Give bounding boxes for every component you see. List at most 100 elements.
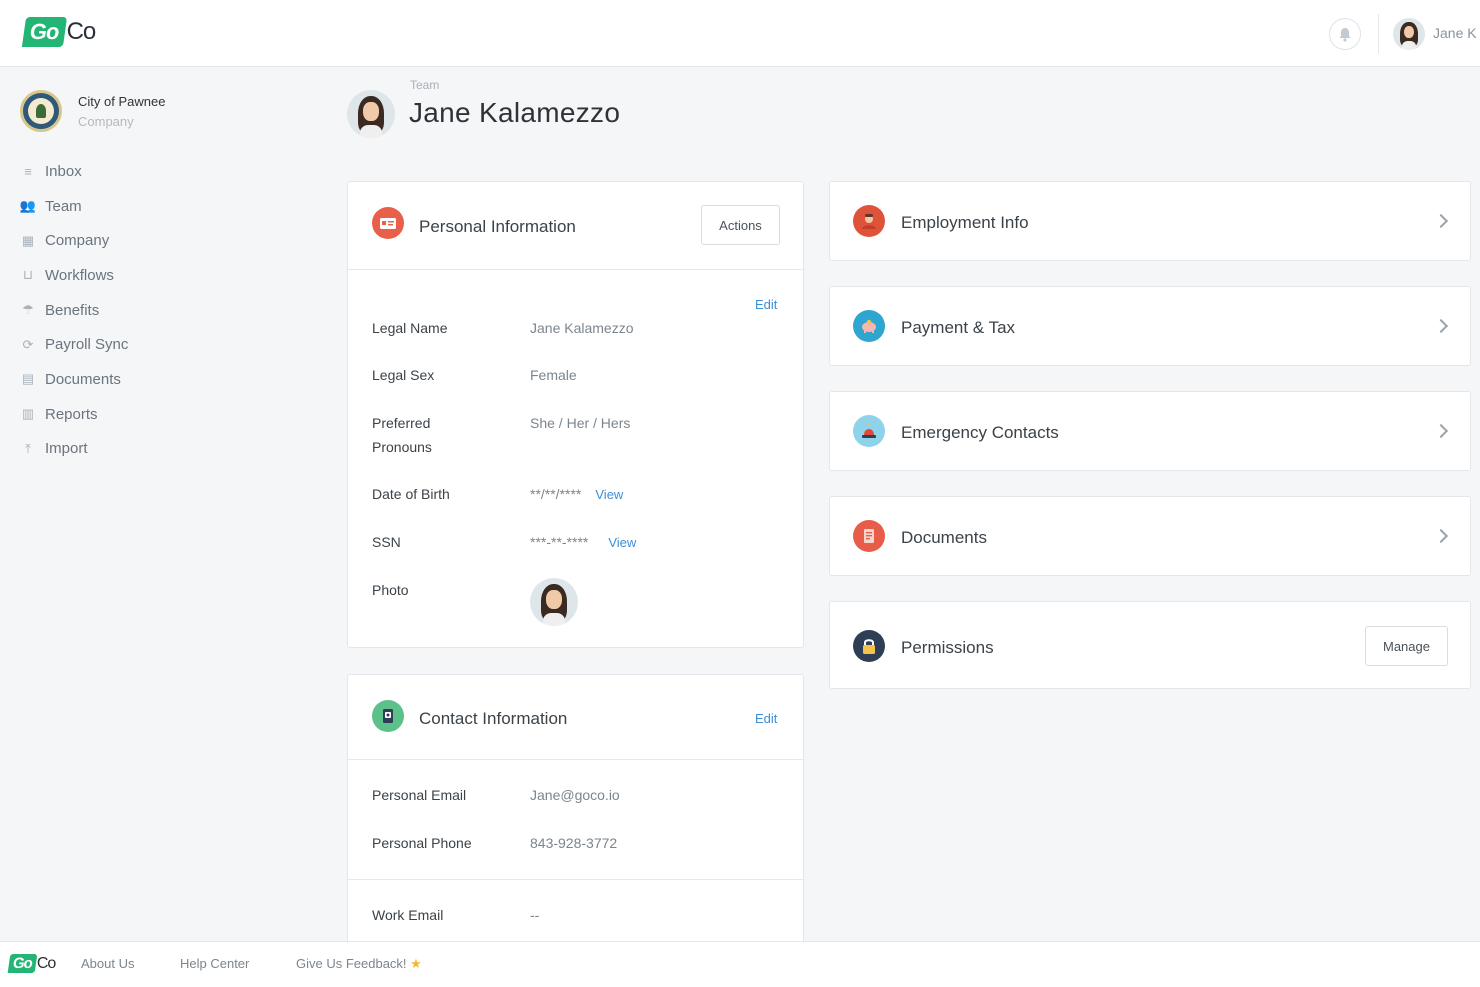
sidebar-item-team[interactable]: 👥 Team [20,189,128,224]
id-card-icon [372,207,404,239]
personal-email-label: Personal Email [372,787,467,803]
dob-value: **/**/**** [530,486,582,502]
sidebar-item-label: Inbox [45,162,82,180]
chevron-right-icon[interactable] [1433,213,1449,229]
legal-sex-value: Female [530,367,577,383]
bell-icon[interactable] [1329,18,1361,50]
sidebar-item-import[interactable]: ⤒ Import [20,432,128,467]
footer-goco-logo[interactable]: Go Co [7,954,56,973]
ssn-value: ***-**-**** [530,534,589,550]
dob-row: **/**/**** View [530,482,623,507]
section-divider [348,879,803,880]
city-seal-icon [20,90,62,132]
emergency-contacts-card[interactable]: Emergency Contacts [829,391,1471,471]
card-title: Permissions [901,638,994,657]
company-name: City of Pawnee [78,93,166,109]
sidebar-item-label: Reports [45,405,98,423]
goco-logo[interactable]: Go Co [21,17,97,47]
actions-button[interactable]: Actions [701,205,780,245]
logo-go: Go [21,17,67,47]
building-icon: ▦ [21,232,35,248]
document-icon [853,520,885,552]
contact-information-card: Contact Information Edit Personal Email … [347,674,804,941]
feedback-link[interactable]: Give Us Feedback! ★ [296,956,422,972]
sidebar-item-label: Team [45,197,82,215]
documents-card[interactable]: Documents [829,496,1471,576]
dob-view-link[interactable]: View [595,487,623,502]
edit-personal-link[interactable]: Edit [755,297,777,312]
sidebar-item-documents[interactable]: ▤ Documents [20,362,128,397]
sidebar-item-workflows[interactable]: ⊔ Workflows [20,258,128,293]
sidebar-item-company[interactable]: ▦ Company [20,223,128,258]
photo-label: Photo [372,582,409,598]
personal-email-value: Jane@goco.io [530,787,620,803]
feedback-label: Give Us Feedback! [296,956,407,971]
permissions-card: Permissions Manage [829,601,1471,689]
sidebar-item-label: Workflows [45,266,114,284]
team-icon: 👥 [19,198,37,214]
personal-phone-label: Personal Phone [372,835,472,851]
work-email-value: -- [530,907,540,923]
sidebar-item-label: Benefits [45,301,100,319]
chevron-right-icon[interactable] [1433,318,1449,334]
logo-co: Co [66,18,97,45]
chevron-right-icon[interactable] [1433,423,1449,439]
ssn-row: ***-**-**** View [530,530,636,555]
inbox-icon: ≡ [24,163,32,179]
user-name[interactable]: Jane K [1433,25,1477,41]
bell-icon-glyph [1339,27,1351,42]
siren-icon [853,415,885,447]
sidebar-item-benefits[interactable]: ☂ Benefits [20,293,128,328]
company-label: Company [78,113,134,129]
employment-icon [853,205,885,237]
sidebar-item-payroll-sync[interactable]: ⟳ Payroll Sync [20,327,129,362]
lock-icon [853,630,885,662]
pronouns-value: She / Her / Hers [530,415,631,431]
sidebar-item-label: Import [45,440,88,458]
company-switcher[interactable]: City of Pawnee Company [20,90,165,132]
sidebar: City of Pawnee Company ≡ Inbox 👥 Team ▦ Com… [0,68,330,941]
profile-avatar [347,90,395,138]
umbrella-icon: ☂ [22,302,34,318]
manage-permissions-button[interactable]: Manage [1365,626,1448,666]
card-title: Contact Information [419,709,568,728]
top-divider [1378,14,1379,54]
sidebar-item-inbox[interactable]: ≡ Inbox [20,154,128,189]
employment-info-card[interactable]: Employment Info [829,181,1471,261]
sidebar-item-label: Company [45,232,110,250]
about-us-link[interactable]: About Us [81,956,134,971]
card-title: Emergency Contacts [901,423,1059,442]
sidebar-item-label: Payroll Sync [45,336,129,354]
card-header: Personal Information Actions [348,182,803,270]
breadcrumb[interactable]: Team [410,78,439,92]
ssn-view-link[interactable]: View [608,535,636,550]
help-center-link[interactable]: Help Center [180,956,249,971]
personal-information-card: Personal Information Actions Edit Legal … [347,181,804,648]
card-title: Personal Information [419,217,576,236]
legal-name-value: Jane Kalamezzo [530,320,634,336]
payment-tax-card[interactable]: Payment & Tax [829,286,1471,366]
logo-co: Co [36,954,56,972]
personal-phone-value: 843-928-3772 [530,835,618,851]
logo-go: Go [7,954,38,973]
card-title: Employment Info [901,213,1029,232]
edit-contact-link[interactable]: Edit [755,711,777,726]
profile-photo[interactable] [530,578,578,626]
sidebar-item-reports[interactable]: ▥ Reports [20,397,128,432]
sidebar-item-label: Documents [45,370,121,388]
card-header: Contact Information Edit [348,675,803,760]
ssn-label: SSN [372,534,401,550]
bar-chart-icon: ▥ [21,406,35,422]
legal-name-label: Legal Name [372,320,448,336]
chevron-right-icon[interactable] [1433,528,1449,544]
top-bar: Go Co Jane K [0,0,1480,67]
sync-icon: ⟳ [22,336,34,352]
upload-icon: ⤒ [25,440,31,456]
document-icon: ▤ [21,371,35,387]
pronouns-label-line2: Pronouns [372,439,432,455]
user-avatar[interactable] [1393,18,1425,50]
sidebar-nav: ≡ Inbox 👥 Team ▦ Company ⊔ Workflows ☂ Benefi… [20,154,128,466]
phone-book-icon [372,700,404,732]
card-title: Documents [901,528,987,547]
pronouns-label-line1: Preferred [372,415,431,431]
